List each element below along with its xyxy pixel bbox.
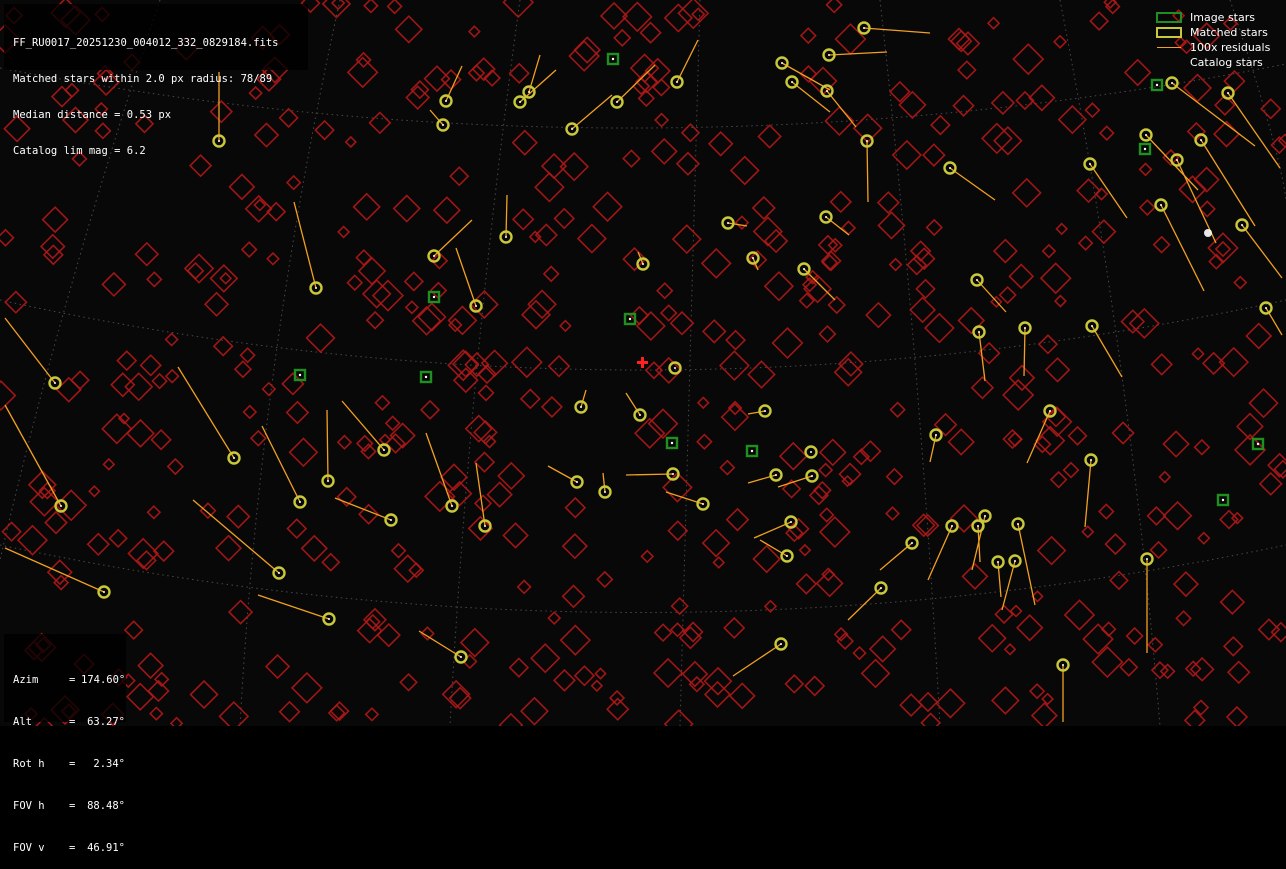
catalog-limmag-text: Catalog lim mag = 6.2 [13, 145, 146, 157]
fov-v-row: FOV v = 46.91° [13, 842, 125, 854]
azimuth-row: Azim = 174.60° [13, 674, 126, 686]
legend: Image stars Matched stars 100x residuals… [1156, 10, 1282, 70]
fov-h-row: FOV h = 88.48° [13, 800, 125, 812]
filename-text: FF_RU0017_20251230_004012_332_0829184.fi… [13, 37, 279, 49]
matched-star-swatch-icon [1156, 27, 1182, 38]
legend-catalog-stars: Catalog stars [1156, 55, 1282, 70]
altitude-row: Alt = 63.27° [13, 716, 125, 728]
header-info-box: FF_RU0017_20251230_004012_332_0829184.fi… [4, 4, 308, 157]
image-star-swatch-icon [1156, 12, 1182, 23]
pointing-info-box: Azim = 174.60° Alt = 63.27° Rot h = 2.34° FOV … [4, 634, 126, 854]
matched-stars-text: Matched stars within 2.0 px radius: 78/8… [13, 73, 273, 85]
catalog-star-swatch-icon [1156, 57, 1182, 68]
legend-image-stars: Image stars [1156, 10, 1282, 25]
legend-residuals: 100x residuals [1156, 40, 1282, 55]
residual-line-swatch-icon [1156, 42, 1182, 53]
rotation-row: Rot h = 2.34° [13, 758, 125, 770]
median-distance-text: Median distance = 0.53 px [13, 109, 172, 121]
legend-matched-stars: Matched stars [1156, 25, 1282, 40]
